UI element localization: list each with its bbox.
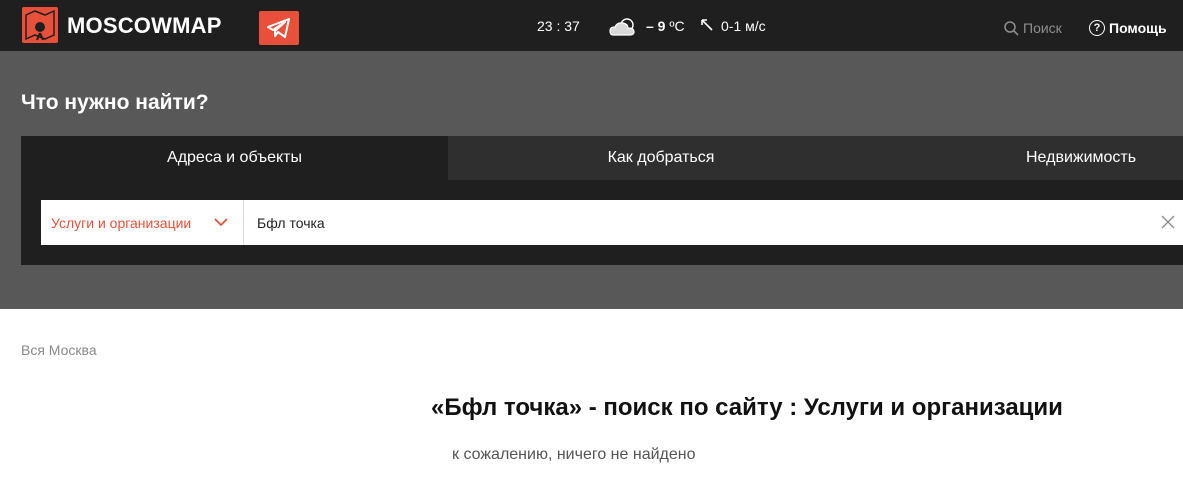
tab-directions[interactable]: Как добраться — [448, 136, 874, 180]
clock: 23 : 37 — [537, 18, 580, 34]
cloud-icon — [609, 18, 635, 36]
wind-speed: 0-1 м/с — [721, 18, 766, 34]
temperature-value: – 9 — [646, 18, 666, 34]
search-link-label: Поиск — [1023, 20, 1062, 36]
search-icon — [1004, 20, 1019, 36]
tab-addresses-objects[interactable]: Адреса и объекты — [21, 136, 448, 180]
brand-name[interactable]: MOSCOWMAP — [67, 14, 222, 38]
help-icon: ? — [1089, 20, 1105, 36]
category-select-label: Услуги и организации — [51, 214, 192, 231]
help-link-label: Помощь — [1109, 20, 1167, 36]
telegram-button[interactable] — [259, 11, 299, 45]
category-select[interactable]: Услуги и организации — [41, 200, 244, 245]
map-pin-logo-icon[interactable] — [22, 7, 58, 43]
temperature-unit: ºC — [665, 18, 685, 34]
no-results-message: к сожалению, ничего не найдено — [452, 446, 696, 463]
temperature: – 9 ºC — [646, 18, 685, 34]
top-bar: MOSCOWMAP 23 : 37 – 9 ºC 0-1 м/с Поиск ?… — [0, 0, 1183, 51]
page-title: «Бфл точка» - поиск по сайту : Услуги и … — [431, 394, 1063, 421]
search-input[interactable] — [257, 200, 1137, 245]
search-band: Что нужно найти? Адреса и объекты Как до… — [0, 51, 1183, 309]
help-link[interactable]: ? Помощь — [1089, 20, 1167, 36]
search-tabs: Адреса и объекты Как добраться Недвижимо… — [21, 136, 1183, 180]
breadcrumb[interactable]: Вся Москва — [21, 342, 97, 358]
search-heading: Что нужно найти? — [21, 91, 209, 114]
header-search-link[interactable]: Поиск — [1004, 20, 1062, 36]
search-panel: Адреса и объекты Как добраться Недвижимо… — [21, 136, 1183, 265]
chevron-down-icon — [214, 218, 228, 227]
search-row: Услуги и организации — [41, 200, 1183, 245]
wind-direction-icon — [701, 19, 713, 31]
close-icon[interactable] — [1161, 215, 1175, 229]
telegram-icon — [267, 18, 290, 38]
tab-real-estate[interactable]: Недвижимость — [874, 136, 1183, 180]
